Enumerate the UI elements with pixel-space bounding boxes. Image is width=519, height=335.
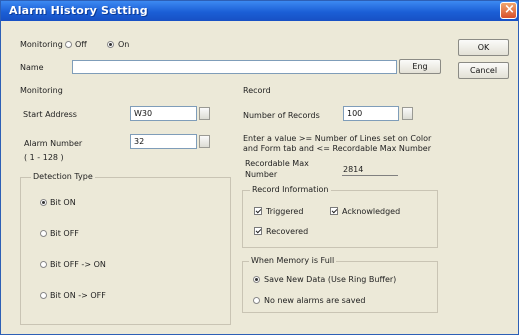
start-address-input[interactable]: W30 xyxy=(130,106,197,121)
detection-bit-on-off-label: Bit ON -> OFF xyxy=(50,291,106,300)
monitoring-off-radio[interactable] xyxy=(65,41,72,48)
monitoring-on-label: On xyxy=(118,40,130,49)
recordable-max-label-2: Number xyxy=(245,170,278,179)
recordable-max-value: 2814 xyxy=(343,165,364,174)
record-hint-line1: Enter a value >= Number of Lines set on … xyxy=(243,134,432,143)
detection-type-title: Detection Type xyxy=(31,172,95,181)
save-new-data-radio[interactable] xyxy=(253,276,260,283)
acknowledged-label: Acknowledged xyxy=(342,207,401,216)
detection-bit-on-label: Bit ON xyxy=(50,198,76,207)
cancel-button[interactable]: Cancel xyxy=(458,62,509,79)
detection-bit-off-on-label: Bit OFF -> ON xyxy=(50,260,106,269)
alarm-number-range: ( 1 - 128 ) xyxy=(24,153,64,162)
recordable-max-underline xyxy=(342,175,398,176)
record-information-title: Record Information xyxy=(250,185,331,194)
detection-bit-off-label: Bit OFF xyxy=(50,229,79,238)
alarm-number-label: Alarm Number xyxy=(24,139,83,148)
start-address-label: Start Address xyxy=(23,110,77,119)
detection-bit-on-off-radio[interactable] xyxy=(40,292,47,299)
memory-full-group xyxy=(242,261,438,313)
record-hint-line2: and Form tab and <= Recordable Max Numbe… xyxy=(243,144,432,153)
detection-bit-off-on-radio[interactable] xyxy=(40,261,47,268)
start-address-browse-button[interactable] xyxy=(199,107,210,120)
close-icon: × xyxy=(504,2,515,17)
title-bar[interactable]: Alarm History Setting × xyxy=(1,1,518,21)
name-label: Name xyxy=(20,63,44,72)
ok-button[interactable]: OK xyxy=(458,39,509,56)
number-of-records-input[interactable]: 100 xyxy=(343,106,399,121)
triggered-checkbox[interactable] xyxy=(254,207,262,215)
eng-button[interactable]: Eng xyxy=(399,59,441,74)
detection-bit-off-radio[interactable] xyxy=(40,230,47,237)
recordable-max-label-1: Recordable Max xyxy=(245,159,309,168)
no-new-alarms-label: No new alarms are saved xyxy=(264,296,366,305)
no-new-alarms-radio[interactable] xyxy=(253,297,260,304)
name-input[interactable] xyxy=(72,60,397,74)
monitoring-on-radio[interactable] xyxy=(107,41,114,48)
monitoring-label: Monitoring xyxy=(20,40,63,49)
number-of-records-label: Number of Records xyxy=(243,111,320,120)
alarm-history-dialog: Alarm History Setting × Monitoring Off O… xyxy=(0,0,519,335)
alarm-number-browse-button[interactable] xyxy=(199,135,210,148)
monitoring-section-label: Monitoring xyxy=(20,86,63,95)
triggered-label: Triggered xyxy=(266,207,304,216)
detection-bit-on-radio[interactable] xyxy=(40,199,47,206)
alarm-number-input[interactable]: 32 xyxy=(130,134,197,149)
recovered-checkbox[interactable] xyxy=(254,227,262,235)
save-new-data-label: Save New Data (Use Ring Buffer) xyxy=(264,275,397,284)
recovered-label: Recovered xyxy=(266,227,309,236)
window-title: Alarm History Setting xyxy=(9,4,148,17)
acknowledged-checkbox[interactable] xyxy=(330,207,338,215)
memory-full-title: When Memory is Full xyxy=(249,256,337,265)
monitoring-off-label: Off xyxy=(75,40,87,49)
number-of-records-button[interactable] xyxy=(402,107,413,120)
record-section-label: Record xyxy=(243,86,271,95)
close-button[interactable]: × xyxy=(500,2,517,19)
record-information-group xyxy=(242,190,438,248)
